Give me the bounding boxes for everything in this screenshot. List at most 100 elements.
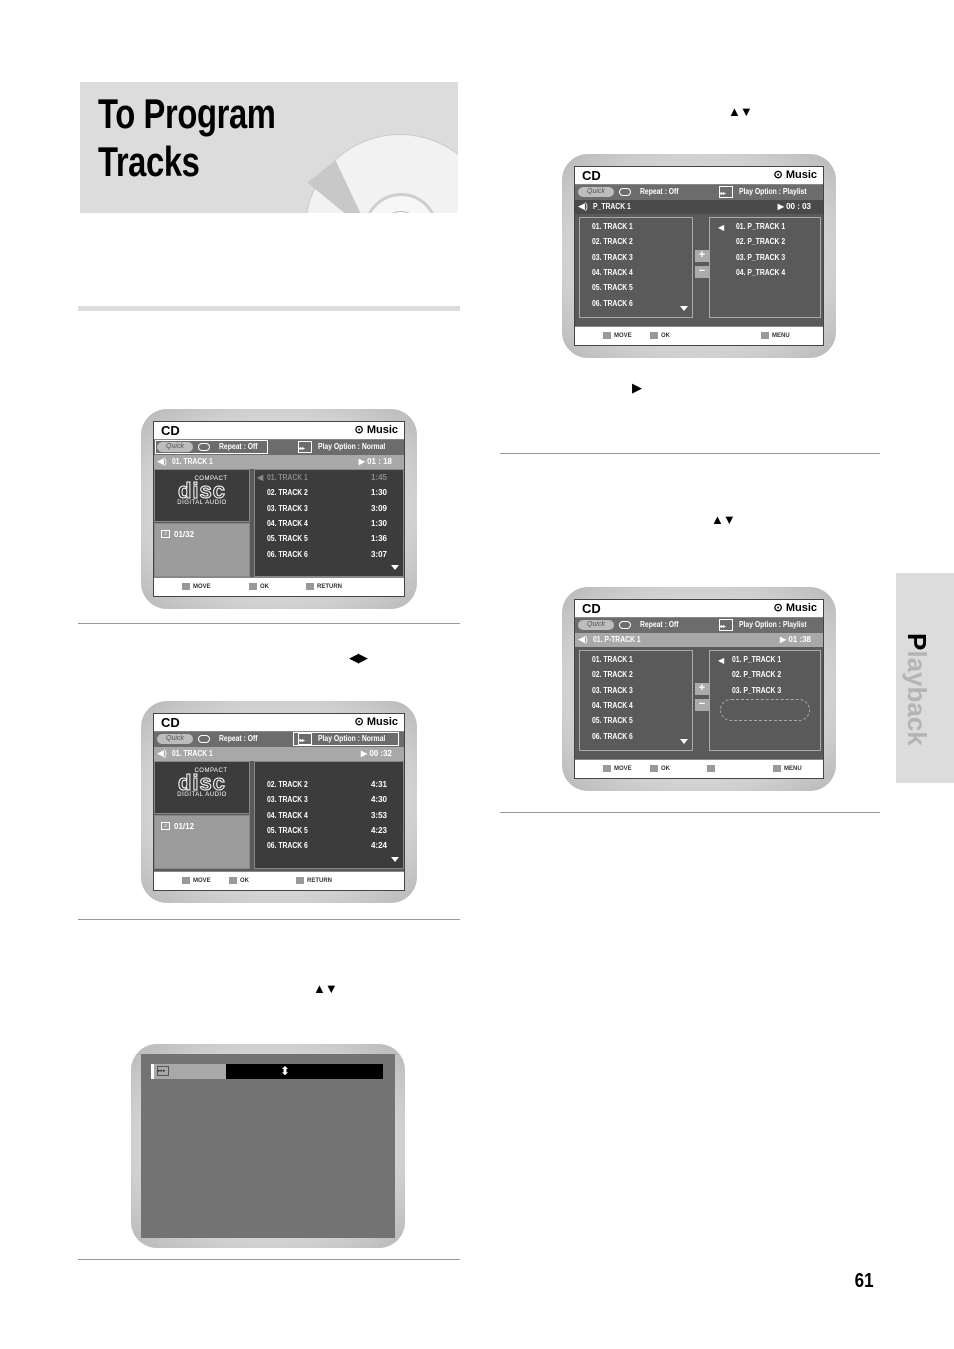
play-option-menu-item[interactable]: ▸▸▸ [151,1064,226,1079]
playlist: 01. P_TRACK 1 02. P_TRACK 2 03. P_TRACK 3 ◀ [709,650,821,751]
repeat-status[interactable]: Repeat : Off [219,442,258,451]
track-row[interactable]: 04. TRACK 4 [592,268,633,283]
track-row[interactable]: 04. TRACK 4 3:53 [255,811,403,826]
playlist-row[interactable]: 02. P_TRACK 2 [736,237,785,252]
now-playing-track: 01. TRACK 1 [172,749,213,758]
play-option-status[interactable]: Play Option : Normal [318,442,385,451]
track-name: 03. TRACK 3 [267,795,308,805]
tv-screen-1: CD ⊙ Music Quick Repeat : Off Play Option… [141,409,417,609]
track-list: ◀ 01. TRACK 1 1:45 02. TRACK 2 1:30 03. TRACK… [254,469,404,577]
track-row[interactable]: 01. TRACK 1 [592,222,633,237]
playlist-row[interactable]: 01. P_TRACK 1 [732,655,781,670]
remove-from-playlist-button[interactable]: − [695,699,709,711]
track-row[interactable]: 05. TRACK 5 [592,283,633,298]
removed-track-slot [720,699,810,721]
tv-screen-2: CD ⊙ Music Quick Repeat : Off Play Option… [141,701,417,903]
track-row[interactable]: ◀ 01. TRACK 1 1:45 [255,473,403,488]
track-row[interactable]: 02. TRACK 2 1:30 [255,488,403,503]
up-down-arrows: ▲▼ [711,512,736,527]
repeat-status[interactable]: Repeat : Off [219,734,258,743]
scroll-down-icon[interactable] [680,306,688,311]
track-row[interactable]: 06. TRACK 6 3:07 [255,550,403,565]
track-row[interactable]: 06. TRACK 6 [592,732,633,747]
play-option-status[interactable]: Play Option : Playlist [739,620,807,629]
quick-button[interactable]: Quick [157,442,193,452]
playlist-row[interactable]: 03. P_TRACK 3 [736,253,785,268]
track-row[interactable]: 06. TRACK 6 4:24 [255,841,403,856]
now-playing-track: 01. TRACK 1 [172,457,213,466]
track-name: 01. TRACK 1 [267,473,308,482]
speaker-icon: ◀ [718,656,725,665]
section-divider [78,1259,460,1260]
scroll-down-icon[interactable] [680,739,688,744]
play-option-status[interactable]: Play Option : Normal [318,734,385,743]
quick-button[interactable]: Quick [578,187,614,197]
track-duration: 4:31 [370,780,387,789]
track-duration: 4:30 [370,795,387,805]
track-row[interactable]: 04. TRACK 4 [592,701,633,716]
track-row[interactable]: 02. TRACK 2 [592,237,633,252]
track-duration: 1:30 [370,488,387,498]
now-playing-time: ▶ 01 : 18 [358,457,392,466]
move-hint: MOVE [603,332,632,339]
title-banner: To Program Tracks [80,82,458,213]
playlist-row[interactable]: 03. P_TRACK 3 [732,686,781,701]
play-option-status[interactable]: Play Option : Playlist [739,187,807,196]
track-row[interactable]: 06. TRACK 6 [592,299,633,314]
clear-hint-icon [707,765,718,772]
track-row[interactable]: 03. TRACK 3 [592,686,633,701]
now-playing-track: P_TRACK 1 [593,202,631,211]
music-label: ⊙ Music [773,169,817,181]
play-option-icon [719,619,733,631]
music-label: ⊙ Music [773,602,817,614]
playlist-row[interactable]: 01. P_TRACK 1 [736,222,785,237]
play-option-icon [298,733,312,745]
track-duration: 3:53 [370,810,387,820]
scroll-down-icon[interactable] [391,857,399,862]
return-hint: RETURN [306,583,342,590]
track-row[interactable]: 05. TRACK 5 1:36 [255,534,403,549]
track-row[interactable]: 01. TRACK 1 [592,655,633,670]
track-name: 04. TRACK 4 [267,518,308,528]
compact-disc-logo: COMPACT disc DIGITAL AUDIO [154,761,250,814]
quick-button[interactable]: Quick [157,734,193,744]
tv-screen-3: ▸▸▸ ⬍ [131,1044,405,1248]
repeat-status[interactable]: Repeat : Off [640,620,679,629]
play-option-selector[interactable]: ⬍ [226,1064,383,1079]
return-hint: RETURN [296,877,332,884]
move-hint: MOVE [182,877,211,884]
mode-label: CD [161,423,180,438]
play-option-icon [298,441,312,453]
track-duration: 1:45 [370,473,387,482]
move-hint: MOVE [603,765,632,772]
track-row[interactable]: 03. TRACK 3 3:09 [255,504,403,519]
ok-hint: OK [229,877,249,884]
play-option-icon: ▸▸▸ [157,1066,169,1076]
track-row[interactable]: 03. TRACK 3 [592,253,633,268]
play-option-icon [719,186,733,198]
track-row[interactable]: 03. TRACK 3 4:30 [255,795,403,810]
track-row[interactable]: 05. TRACK 5 4:23 [255,826,403,841]
repeat-icon [198,443,210,451]
mode-label: CD [582,601,601,616]
remove-from-playlist-button[interactable]: − [695,266,709,278]
add-to-playlist-button[interactable]: + [695,683,709,695]
track-row[interactable]: 05. TRACK 5 [592,716,633,731]
section-tab-playback: Playback [896,573,954,783]
repeat-status[interactable]: Repeat : Off [640,187,679,196]
track-row[interactable]: 04. TRACK 4 1:30 [255,519,403,534]
track-duration: 1:36 [370,534,387,544]
speaker-icon: ◀) [578,201,588,211]
track-row[interactable]: 02. TRACK 2 4:31 [255,780,403,795]
track-duration: 3:09 [370,503,387,513]
track-row[interactable]: 02. TRACK 2 [592,670,633,685]
ok-hint: OK [249,583,269,590]
playlist-row[interactable]: 04. P_TRACK 4 [736,268,785,283]
quick-button[interactable]: Quick [578,620,614,630]
section-tab-label: Playback [902,633,932,746]
now-playing-time: ▶ 00 : 03 [777,202,811,211]
playlist-row[interactable]: 02. P_TRACK 2 [732,670,781,685]
scroll-down-icon[interactable] [391,565,399,570]
add-to-playlist-button[interactable]: + [695,250,709,262]
track-name: 06. TRACK 6 [267,841,308,851]
